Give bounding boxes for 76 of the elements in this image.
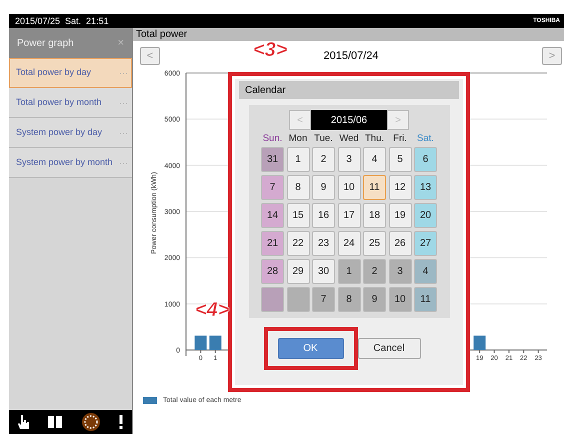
day-cell[interactable]: 29 <box>286 259 310 284</box>
day-cell[interactable]: 22 <box>286 231 310 256</box>
day-cell[interactable]: 17 <box>338 203 360 228</box>
day-cell[interactable]: 10 <box>338 175 360 200</box>
day-cell[interactable]: 8 <box>338 287 360 312</box>
day-cell[interactable]: 24 <box>338 231 360 256</box>
sidebar-title: Power graph <box>17 38 74 48</box>
exclamation-icon[interactable] <box>118 415 123 429</box>
day-cell[interactable]: 2 <box>363 259 386 284</box>
menu-item-label: System power by day <box>16 127 102 138</box>
menu-item-label: Total power by month <box>16 97 102 108</box>
day-cell[interactable]: 31 <box>261 147 284 172</box>
bar <box>209 336 222 350</box>
day-cell[interactable]: 10 <box>388 287 412 312</box>
cancel-button[interactable]: Cancel <box>358 338 420 359</box>
day-cell[interactable]: 12 <box>388 175 412 200</box>
weekday-label: Tue. <box>313 133 334 144</box>
month-label: 2015/06 <box>311 110 387 130</box>
day-cell[interactable] <box>286 287 310 312</box>
menu-item-label: System power by month <box>16 157 113 168</box>
day-cell[interactable]: 2 <box>312 147 335 172</box>
day-cell[interactable]: 1 <box>286 147 310 172</box>
menu-item[interactable]: System power by month ··· <box>9 148 132 178</box>
day-cell[interactable] <box>261 287 284 312</box>
day-cell[interactable]: 8 <box>286 175 310 200</box>
day-cell[interactable]: 6 <box>414 147 437 172</box>
day-cell[interactable]: 14 <box>261 203 284 228</box>
day-cell[interactable]: 21 <box>261 231 284 256</box>
more-icon: ··· <box>119 68 128 78</box>
weekday-label: Fri. <box>392 133 408 144</box>
day-cell[interactable]: 16 <box>312 203 335 228</box>
weekday-label: Thu. <box>364 133 385 144</box>
day-cell[interactable]: 25 <box>363 231 386 256</box>
day-cell[interactable]: 7 <box>261 175 284 200</box>
panel-title: Total power <box>133 28 564 41</box>
day-cell[interactable]: 4 <box>414 259 437 284</box>
day-cell[interactable]: 27 <box>414 231 437 256</box>
day-cell[interactable]: 3 <box>338 147 360 172</box>
day-cell[interactable]: 15 <box>286 203 310 228</box>
menu-item[interactable]: Total power by day ··· <box>9 58 132 88</box>
weekday-label: Sun. <box>262 133 284 144</box>
day-cell[interactable]: 3 <box>388 259 412 284</box>
day-cell[interactable]: 5 <box>388 147 412 172</box>
day-cell[interactable]: 7 <box>312 287 335 312</box>
current-date: 2015/07/24 <box>323 50 379 62</box>
menu-item[interactable]: Total power by month ··· <box>9 88 132 118</box>
callout-label: <3> <box>253 39 288 62</box>
day-cell[interactable]: 11 <box>414 287 437 312</box>
weekday-label: Mon <box>288 133 308 144</box>
day-cell[interactable]: 19 <box>388 203 412 228</box>
day-cell[interactable]: 23 <box>312 231 335 256</box>
more-icon: ··· <box>119 158 128 168</box>
day-cell[interactable]: 26 <box>388 231 412 256</box>
day-cell[interactable]: 11 <box>363 175 386 200</box>
menu-item[interactable]: System power by day ··· <box>9 118 132 148</box>
hand-pointer-icon[interactable] <box>18 414 30 430</box>
day-cell[interactable]: 28 <box>261 259 284 284</box>
day-cell[interactable]: 4 <box>363 147 386 172</box>
bar <box>194 336 207 350</box>
day-cell[interactable]: 9 <box>363 287 386 312</box>
more-icon: ··· <box>119 128 128 138</box>
day-cell[interactable]: 30 <box>312 259 335 284</box>
bar <box>474 336 486 350</box>
glowing-ring-icon[interactable] <box>80 412 101 432</box>
day-cell[interactable]: 9 <box>312 175 335 200</box>
day-cell[interactable]: 1 <box>338 259 360 284</box>
day-cell[interactable]: 18 <box>363 203 386 228</box>
weekday-label: Sat. <box>416 133 435 144</box>
date-time: 2015/07/25 Sat. 21:51 <box>15 16 109 26</box>
weekday-label: Wed <box>338 133 360 144</box>
day-cell[interactable]: 20 <box>414 203 437 228</box>
dialog-title: Calendar <box>239 81 459 99</box>
day-cell[interactable]: 13 <box>414 175 437 200</box>
book-icon[interactable] <box>48 415 62 429</box>
menu-item-label: Total power by day <box>16 67 92 78</box>
more-icon: ··· <box>119 98 128 108</box>
